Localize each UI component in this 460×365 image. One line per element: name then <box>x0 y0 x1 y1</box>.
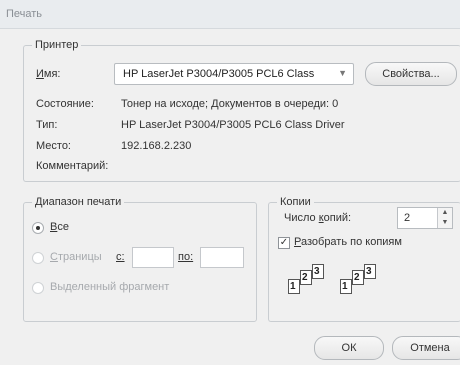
ok-button[interactable]: ОК <box>314 336 384 360</box>
range-to-input[interactable] <box>200 247 244 268</box>
printer-group-legend: Принтер <box>32 38 82 52</box>
ok-button-label: ОК <box>341 342 357 354</box>
location-label: Место: <box>36 140 71 152</box>
range-from-label-text: с: <box>116 251 125 263</box>
range-pages-label[interactable]: Страницы <box>50 251 102 263</box>
chevron-down-icon: ▼ <box>338 68 347 78</box>
title-bar[interactable]: Печать <box>0 0 460 29</box>
collate-label-rest: азобрать по копиям <box>300 236 402 248</box>
printer-name-label-rest: мя: <box>43 68 61 80</box>
range-from-label: с: <box>116 251 125 263</box>
status-value: Тонер на исходе; Документов в очереди: 0 <box>121 98 339 110</box>
range-all-label[interactable]: Все <box>50 221 69 233</box>
window-title: Печать <box>6 8 43 20</box>
printer-name-select[interactable]: HP LaserJet P3004/P3005 PCL6 Class D ▼ <box>114 63 354 85</box>
range-selection-radio[interactable] <box>32 282 44 294</box>
range-pages-radio[interactable] <box>32 252 44 264</box>
print-dialog: Печать Принтер Имя: HP LaserJet P3004/P3… <box>0 0 460 365</box>
range-all-label-rest: се <box>57 221 69 233</box>
printer-name-value: HP LaserJet P3004/P3005 PCL6 Class D <box>123 68 318 80</box>
range-all-radio[interactable] <box>32 222 44 234</box>
collate-page-1a: 1 <box>288 279 300 294</box>
copies-count-label-a: Число <box>284 212 319 224</box>
spin-down-icon[interactable]: ▼ <box>437 218 452 228</box>
copies-count-value: 2 <box>404 212 411 224</box>
status-label: Состояние: <box>36 98 94 110</box>
collate-label[interactable]: Разобрать по копиям <box>294 236 402 248</box>
collate-page-3b: 3 <box>364 264 376 279</box>
copies-count-label: Число копий: <box>284 212 352 224</box>
copies-count-stepper[interactable]: 2 ▲ ▼ <box>397 207 453 229</box>
comment-label: Комментарий: <box>36 160 109 172</box>
collate-page-2b: 2 <box>352 270 364 285</box>
range-from-input[interactable] <box>132 247 174 268</box>
cancel-button[interactable]: Отмена <box>392 336 460 360</box>
range-to-label-text: по: <box>178 251 194 263</box>
properties-button[interactable]: Свойства... <box>365 62 457 86</box>
range-pages-label-rest: траницы <box>57 251 102 263</box>
copies-legend: Копии <box>277 195 314 209</box>
collate-checkbox[interactable]: ✓ <box>278 237 290 249</box>
collate-page-2a: 2 <box>300 270 312 285</box>
type-value: HP LaserJet P3004/P3005 PCL6 Class Drive… <box>121 119 345 131</box>
cancel-button-label: Отмена <box>410 342 450 354</box>
copies-count-label-b: опий: <box>323 212 352 224</box>
range-to-label: по: <box>178 251 193 263</box>
type-label: Тип: <box>36 119 58 131</box>
printer-name-label: Имя: <box>36 68 61 80</box>
location-value: 192.168.2.230 <box>121 140 192 152</box>
properties-button-label: Свойства... <box>382 68 440 80</box>
range-selection-label[interactable]: Выделенный фрагмент <box>50 281 169 293</box>
collate-page-1b: 1 <box>340 279 352 294</box>
print-range-legend: Диапазон печати <box>32 195 125 209</box>
collate-page-3a: 3 <box>312 264 324 279</box>
